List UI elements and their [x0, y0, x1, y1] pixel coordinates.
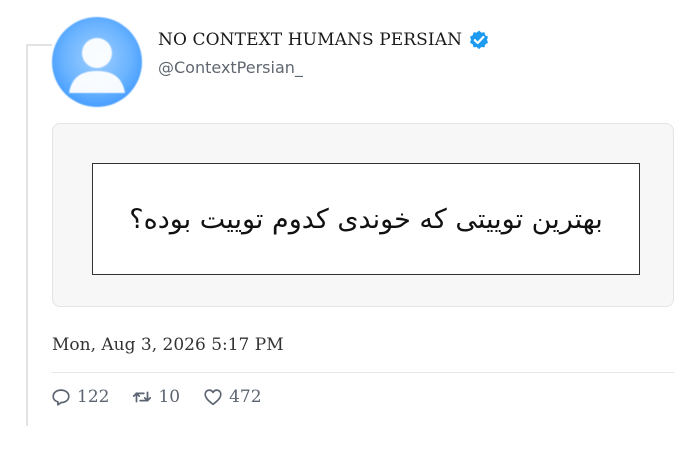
- reply-bubble-icon: [52, 389, 70, 406]
- retweet-count: 10: [158, 387, 181, 407]
- tweet-media[interactable]: بهترین توییتی که خوندی کدوم توییت بوده؟: [52, 123, 674, 307]
- author-display-name[interactable]: NO CONTEXT HUMANS PERSIAN: [158, 30, 462, 50]
- author-handle[interactable]: @ContextPersian_: [158, 58, 303, 77]
- reply-count: 122: [77, 387, 110, 407]
- like-button[interactable]: 472: [202, 386, 262, 408]
- thread-rail: [26, 44, 28, 426]
- like-count: 472: [229, 387, 262, 407]
- tweet-actions: 122 10 472: [50, 384, 284, 410]
- reply-button[interactable]: 122: [50, 386, 109, 408]
- retweet-arrows-icon: [133, 391, 152, 403]
- divider: [52, 372, 674, 373]
- quote-image: بهترین توییتی که خوندی کدوم توییت بوده؟: [92, 163, 640, 275]
- verified-badge-icon: [468, 29, 490, 51]
- user-silhouette-icon: [69, 38, 125, 93]
- thread-rail-connector: [26, 44, 52, 46]
- avatar[interactable]: [52, 17, 142, 107]
- retweet-button[interactable]: 10: [131, 386, 180, 408]
- quote-text: بهترین توییتی که خوندی کدوم توییت بوده؟: [129, 203, 603, 235]
- tweet-card: NO CONTEXT HUMANS PERSIAN @ContextPersia…: [0, 0, 700, 454]
- author-name-row[interactable]: NO CONTEXT HUMANS PERSIAN: [158, 28, 490, 52]
- tweet-timestamp[interactable]: Mon, Aug 3, 2026 5:17 PM: [52, 335, 284, 355]
- heart-icon: [204, 389, 222, 406]
